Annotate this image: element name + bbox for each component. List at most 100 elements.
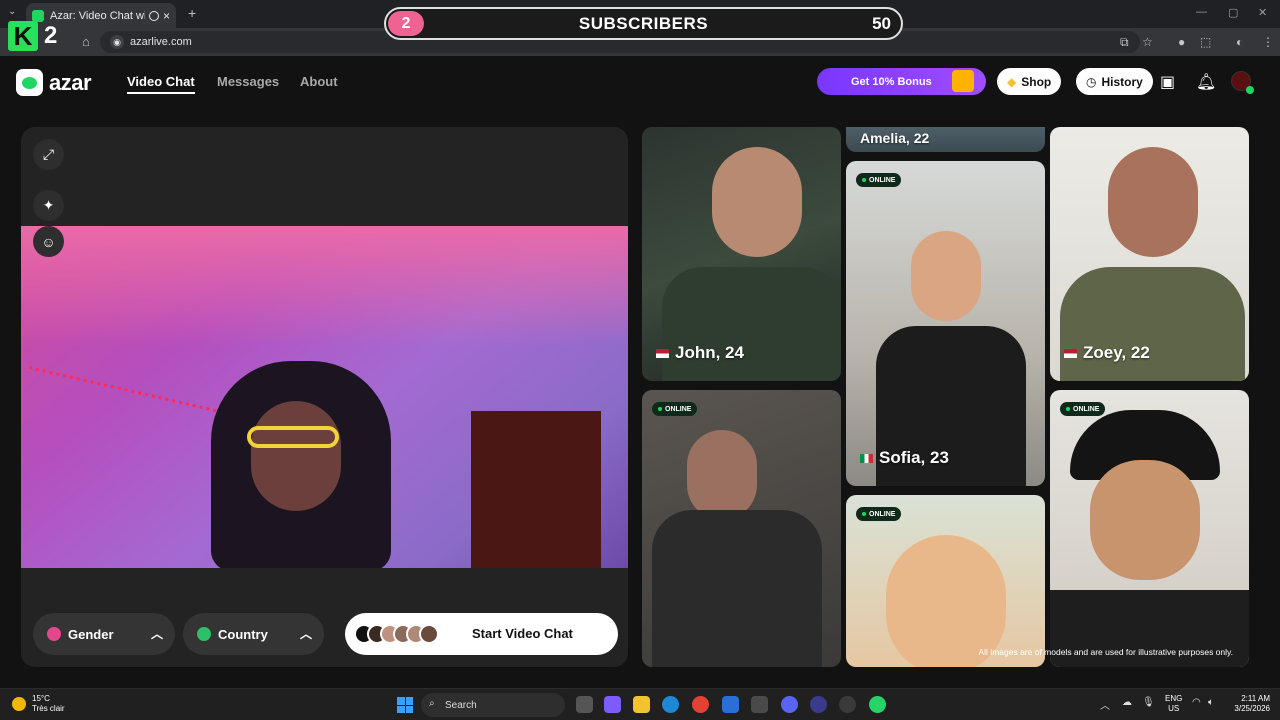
profile-card[interactable]: Amelia, 22 <box>846 127 1045 152</box>
task-view-icon[interactable] <box>576 696 593 713</box>
home-icon[interactable]: ⌂ <box>82 34 90 49</box>
online-badge: ONLINE <box>1060 402 1106 416</box>
shop-button[interactable]: ◆ Shop <box>997 68 1062 95</box>
site-header: azar Video Chat Messages About Get 10% B… <box>0 56 1280 108</box>
country-label: Country <box>218 626 268 642</box>
subscriber-label: SUBSCRIBERS <box>578 14 709 33</box>
channel-badge: K 2 <box>8 20 68 52</box>
wifi-icon[interactable]: ◠ <box>1192 697 1201 708</box>
profile-photo-body <box>662 267 841 381</box>
weather-desc: Très clair <box>32 704 65 713</box>
gem-icon: ◆ <box>1007 74 1017 89</box>
file-explorer-icon[interactable] <box>633 696 650 713</box>
profile-photo <box>1090 460 1200 580</box>
us-flag-icon <box>1064 348 1077 358</box>
bell-icon[interactable]: 🔔︎ <box>1196 72 1216 92</box>
clock-icon: ◷ <box>1086 74 1097 89</box>
minimize-icon[interactable]: — <box>1196 6 1207 18</box>
weather-icon <box>12 697 26 711</box>
mic-icon[interactable]: 🎙︎ <box>1142 697 1155 708</box>
whatsapp-icon[interactable] <box>869 696 886 713</box>
inbox-icon[interactable]: ▣ <box>1160 72 1175 92</box>
profile-icon[interactable]: ◐ <box>1236 35 1243 49</box>
window-close-icon[interactable]: ✕ <box>1258 6 1267 19</box>
search-label: Search <box>445 699 477 711</box>
taskbar-search[interactable]: ⌕ Search <box>421 693 565 717</box>
start-video-chat-button[interactable]: Start Video Chat <box>345 613 618 655</box>
start-video-chat-label: Start Video Chat <box>472 626 573 641</box>
profile-name: Amelia, 22 <box>860 130 930 146</box>
profile-card[interactable]: ONLINE <box>1050 390 1249 667</box>
cabinet <box>471 411 601 568</box>
widgets-app-icon[interactable] <box>604 696 621 713</box>
start-menu-icon[interactable] <box>397 697 413 713</box>
nav-video-chat[interactable]: Video Chat <box>127 74 195 94</box>
profile-card[interactable]: John, 24 <box>642 127 841 381</box>
weather-temp: 15°C <box>32 694 50 703</box>
azar-logo-text: azar <box>49 69 92 95</box>
online-badge: ONLINE <box>856 507 902 521</box>
face-filter-icon[interactable]: ☺ <box>33 226 64 257</box>
online-badge: ONLINE <box>652 402 698 416</box>
browser-menu-icon[interactable]: ⋮ <box>1262 35 1274 49</box>
mail-icon[interactable] <box>722 696 739 713</box>
profile-name: Zoey, 22 <box>1064 343 1150 363</box>
history-button[interactable]: ◷ History <box>1076 68 1153 95</box>
language-indicator[interactable]: ENG US <box>1165 694 1182 714</box>
user-avatar[interactable] <box>1231 71 1254 94</box>
maximize-icon[interactable]: ▢ <box>1228 6 1238 19</box>
system-clock[interactable]: 2:11 AM 3/25/2026 <box>1228 694 1270 714</box>
tab-close-icon[interactable]: × <box>163 9 170 23</box>
app-icon[interactable] <box>810 696 827 713</box>
video-chat-panel: ⤢ ✦ ☺ Gender ︿ Country ︿ Start Video Cha… <box>21 127 628 667</box>
globe-icon <box>197 627 211 641</box>
discord-icon[interactable] <box>781 696 798 713</box>
volume-icon[interactable]: 🔈︎ <box>1208 697 1214 708</box>
chevron-up-icon: ︿ <box>299 627 312 641</box>
magic-wand-icon[interactable]: ✦ <box>33 190 64 221</box>
model-gallery: Amelia, 22 John, 24 Zoey, 22 ONLINE Sofi… <box>642 127 1249 667</box>
tray-expand-icon[interactable]: ︿ <box>1100 697 1110 712</box>
extensions-icon[interactable]: ⬚ <box>1200 35 1211 49</box>
extension-badge-icon[interactable]: ● <box>1178 35 1185 49</box>
azar-logo-icon <box>16 69 43 96</box>
profile-card[interactable]: ONLINE <box>846 495 1045 667</box>
site-info-icon[interactable]: ◉ <box>110 35 124 49</box>
profile-photo <box>712 147 802 257</box>
streamer-glasses <box>247 426 339 448</box>
profile-name: Sofia, 23 <box>860 448 949 468</box>
local-camera-feed <box>21 226 628 568</box>
streamer-face <box>251 401 341 511</box>
gender-icon <box>47 627 61 641</box>
store-icon[interactable] <box>751 696 768 713</box>
azar-logo[interactable]: azar <box>16 69 92 96</box>
obs-icon[interactable] <box>839 696 856 713</box>
disclaimer-text: All images are of models and are used fo… <box>978 647 1234 657</box>
new-tab-button[interactable]: + <box>188 5 196 21</box>
chrome-icon[interactable] <box>692 696 709 713</box>
windows-taskbar: 15°C Très clair ⌕ Search ︿ ☁ 🎙︎ ENG US ◠… <box>0 688 1280 720</box>
bonus-label: Get 10% Bonus <box>851 75 932 88</box>
url-text: azarlive.com <box>130 36 192 48</box>
cast-icon[interactable]: ⧉ <box>1120 35 1129 50</box>
bookmark-star-icon[interactable]: ☆ <box>1142 35 1153 49</box>
gender-filter[interactable]: Gender ︿ <box>33 613 175 655</box>
country-filter[interactable]: Country ︿ <box>183 613 324 655</box>
gift-box-icon <box>952 70 974 92</box>
tab-search-icon[interactable]: ⌄ <box>8 6 16 17</box>
ceiling-shade <box>21 226 628 346</box>
fullscreen-icon[interactable]: ⤢ <box>33 139 64 170</box>
profile-name: John, 24 <box>656 343 744 363</box>
profile-card[interactable]: ONLINE Sofia, 23 <box>846 161 1045 486</box>
weather-widget[interactable]: 15°C Très clair <box>12 694 65 714</box>
subscriber-count: 50 <box>872 14 891 33</box>
user-avatars-stack <box>354 624 439 644</box>
profile-photo <box>687 430 757 520</box>
bonus-button[interactable]: Get 10% Bonus <box>817 68 986 95</box>
profile-card[interactable]: ONLINE <box>642 390 841 667</box>
profile-card[interactable]: Zoey, 22 <box>1050 127 1249 381</box>
nav-messages[interactable]: Messages <box>217 74 279 89</box>
edge-icon[interactable] <box>662 696 679 713</box>
nav-about[interactable]: About <box>300 74 338 89</box>
cloud-icon[interactable]: ☁ <box>1122 697 1132 708</box>
